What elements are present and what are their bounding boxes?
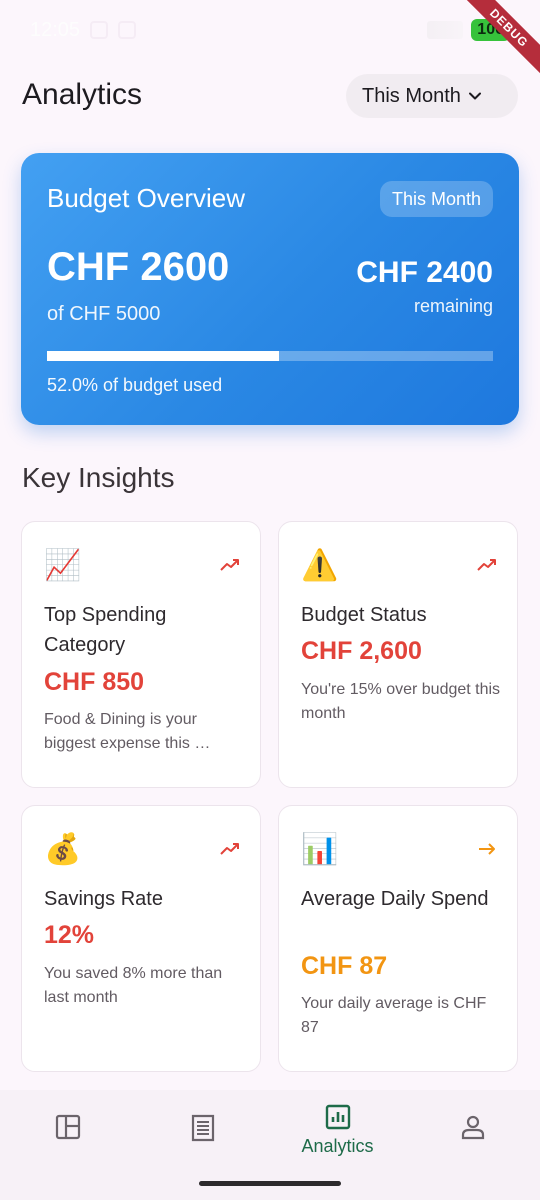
trending-up-icon <box>477 559 496 571</box>
insight-card-average-daily[interactable]: 📊 Average Daily Spend CHF 87 Your daily … <box>278 805 518 1072</box>
insight-card-budget-status[interactable]: ⚠️ Budget Status CHF 2,600 You're 15% ov… <box>278 521 518 788</box>
insight-description: You saved 8% more than last month <box>44 965 223 1006</box>
insight-title: Savings Rate <box>44 888 163 910</box>
analytics-screen: 12:05 100 DEBUG Analytics This Month Bud… <box>0 0 540 1200</box>
bar-chart-icon: 📊 <box>301 833 339 866</box>
budget-progress-bar <box>47 351 493 361</box>
budget-total: of CHF 5000 <box>47 303 161 325</box>
message-icon <box>118 21 137 39</box>
insight-description: You're 15% over budget this month <box>301 681 501 722</box>
insight-value: CHF 850 <box>44 668 145 696</box>
period-dropdown-label: This Month <box>362 84 461 107</box>
budget-title: Budget Overview <box>47 183 245 213</box>
arrow-right-icon <box>479 843 495 855</box>
status-time: 12:05 <box>30 18 81 41</box>
budget-period-badge: This Month <box>379 181 493 217</box>
period-dropdown[interactable]: This Month <box>346 74 518 118</box>
home-indicator[interactable] <box>199 1181 341 1186</box>
money-bag-icon: 💰 <box>44 833 82 866</box>
nav-item-dashboard[interactable] <box>0 1090 135 1180</box>
budget-progress-fill <box>47 351 279 361</box>
budget-used-text: 52.0% of budget used <box>47 375 223 395</box>
page-title: Analytics <box>22 78 143 111</box>
insight-title: Budget Status <box>301 604 427 626</box>
insight-value: CHF 2,600 <box>301 637 422 665</box>
budget-overview-card: Budget Overview This Month CHF 2600 of C… <box>21 153 519 425</box>
insight-card-top-spending[interactable]: 📈 Top Spending Category CHF 850 Food & D… <box>21 521 261 788</box>
insight-card-savings-rate[interactable]: 💰 Savings Rate 12% You saved 8% more tha… <box>21 805 261 1072</box>
trending-up-icon <box>220 843 239 855</box>
remaining-amount: CHF 2400 <box>356 256 493 289</box>
insight-value: CHF 87 <box>301 952 388 980</box>
insight-title: Average Daily Spend <box>301 888 489 910</box>
spent-amount: CHF 2600 <box>47 245 230 289</box>
chevron-down-icon <box>468 92 481 100</box>
nav-item-profile[interactable] <box>405 1090 540 1180</box>
analytics-icon <box>325 1104 350 1130</box>
key-insights-title: Key Insights <box>22 462 175 493</box>
chart-increasing-icon: 📈 <box>44 549 82 582</box>
insight-value: 12% <box>44 921 95 949</box>
insight-description: Food & Dining is your biggest expense th… <box>44 711 211 752</box>
signal-icon <box>427 21 464 39</box>
notification-icon <box>90 21 109 39</box>
status-left: 12:05 <box>30 18 137 42</box>
receipt-icon <box>191 1114 214 1142</box>
trending-up-icon <box>220 559 239 571</box>
nav-item-analytics[interactable]: Analytics <box>270 1090 405 1180</box>
warning-icon: ⚠️ <box>301 549 339 582</box>
status-bar: 12:05 100 <box>0 0 540 60</box>
person-icon <box>461 1115 484 1140</box>
dashboard-icon <box>55 1114 80 1140</box>
insight-title: Top Spending Category <box>44 604 167 656</box>
nav-item-transactions[interactable] <box>135 1090 270 1180</box>
nav-label-analytics: Analytics <box>301 1136 374 1156</box>
remaining-label: remaining <box>413 296 493 316</box>
insight-description: Your daily average is CHF 87 <box>301 995 487 1036</box>
